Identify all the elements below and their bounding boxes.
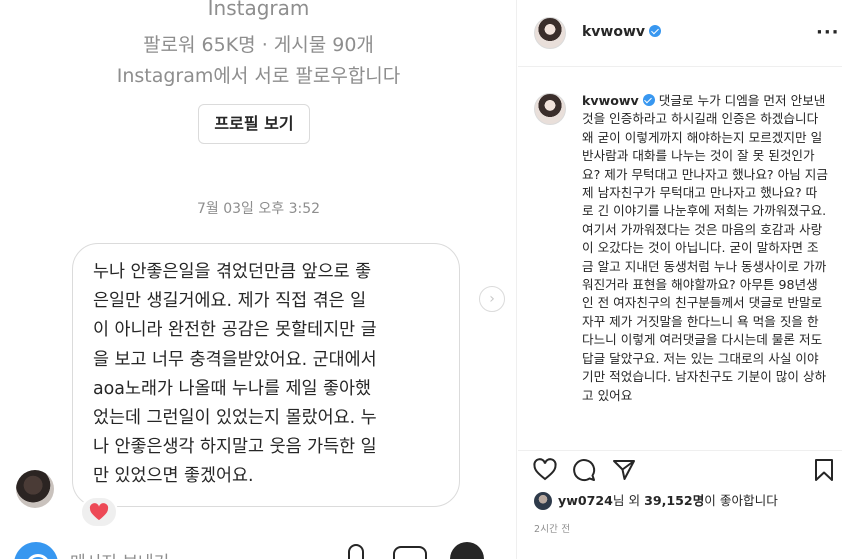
comment-icon[interactable]	[571, 457, 597, 483]
message-timestamp: 7월 03일 오후 3:52	[196, 201, 321, 217]
more-options-icon[interactable]: ···	[816, 22, 840, 43]
post-panel: kvwowv ··· kvwowv 댓글로 누가 디엠을 먼저 안보낸 것을 인…	[518, 0, 842, 559]
dm-instagram-label: Instagram	[207, 0, 310, 20]
heart-reaction	[80, 496, 118, 528]
sticker-icon	[450, 542, 484, 559]
next-image-icon[interactable]: ›	[479, 286, 505, 312]
composer-placeholder: 메시지 보내기...	[70, 548, 185, 559]
verified-badge-icon	[649, 25, 662, 37]
save-icon[interactable]	[811, 457, 837, 483]
comments-section[interactable]: kvwowv 댓글로 누가 디엠을 먼저 안보낸 것을 인증하라고 하시길래 인…	[518, 68, 842, 450]
author-username[interactable]: kvwowv	[582, 24, 662, 40]
post-actions	[518, 450, 842, 490]
dm-composer: 메시지 보내기...	[0, 538, 516, 559]
view-profile-button: 프로필 보기	[198, 104, 310, 144]
caption-text: 댓글로 누가 디엠을 먼저 안보낸 것을 인증하라고 하시길래 인증은 하겠습니…	[582, 93, 828, 403]
post-image[interactable]: Instagram 팔로워 65K명 · 게시물 90개 Instagram에서…	[0, 0, 517, 559]
caption-author-avatar[interactable]	[534, 93, 566, 125]
author-username-text[interactable]: kvwowv	[582, 24, 645, 40]
camera-icon	[14, 542, 58, 559]
share-icon[interactable]	[611, 457, 637, 483]
liker-avatar	[534, 492, 552, 510]
post-timestamp[interactable]: 2시간 전	[534, 521, 570, 535]
gallery-icon	[393, 546, 427, 559]
dm-profile-stats: 팔로워 65K명 · 게시물 90개	[143, 34, 374, 56]
message-bubble: 누나 안좋은일을 겪었던만큼 앞으로 좋 은일만 생길거에요. 제가 직접 겪은…	[72, 243, 460, 507]
author-avatar[interactable]	[534, 17, 566, 49]
like-icon[interactable]	[532, 457, 558, 483]
caption-verified-badge-icon	[642, 94, 655, 106]
likes-text-end: 이 좋아합니다	[704, 493, 778, 508]
sender-avatar	[16, 470, 54, 508]
caption: kvwowv 댓글로 누가 디엠을 먼저 안보낸 것을 인증하라고 하시길래 인…	[582, 92, 828, 405]
likes-text-mid: 님 외	[612, 493, 645, 508]
caption-username[interactable]: kvwowv	[582, 93, 639, 108]
post-header: kvwowv ···	[518, 0, 842, 67]
microphone-icon	[348, 544, 364, 559]
liker-username[interactable]: yw0724	[558, 493, 613, 508]
dm-mutual-follow: Instagram에서 서로 팔로우합니다	[116, 65, 401, 87]
likes-count[interactable]: 39,152명	[644, 493, 704, 508]
heart-icon	[89, 503, 109, 521]
likes-summary[interactable]: yw0724님 외 39,152명이 좋아합니다	[534, 490, 778, 510]
